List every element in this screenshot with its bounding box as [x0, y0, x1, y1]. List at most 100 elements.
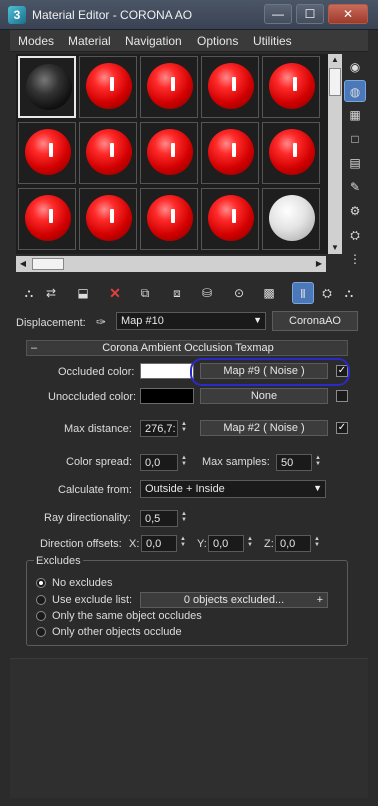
max-distance-map-checkbox[interactable]: ✓	[336, 422, 348, 434]
window-title: Material Editor - CORONA AO	[32, 8, 193, 22]
make-preview-icon[interactable]: ✎	[344, 176, 366, 198]
close-button[interactable]: ✕	[328, 4, 368, 24]
max-samples-input[interactable]: 50	[276, 454, 312, 471]
max-distance-map-button[interactable]: Map #2 ( Noise )	[200, 420, 328, 436]
radio-same-object[interactable]	[36, 611, 46, 621]
slots-vertical-scrollbar[interactable]: ▲ ▼	[328, 54, 342, 254]
radio-no-excludes[interactable]	[36, 578, 46, 588]
ray-directionality-input[interactable]: 0,5	[140, 510, 178, 527]
max-distance-label: Max distance:	[64, 423, 132, 435]
material-sphere-preview	[25, 129, 71, 175]
make-unique-icon[interactable]: ⧈	[166, 282, 188, 304]
select-by-material-icon[interactable]: ⛭	[344, 224, 366, 246]
offset-z-spinner[interactable]: ▲ ▼	[312, 536, 322, 548]
options-icon[interactable]: ⚙	[344, 200, 366, 222]
put-to-library-icon[interactable]: ⛁	[196, 282, 218, 304]
show-end-result-icon[interactable]: Ⅱ	[292, 282, 314, 304]
scroll-thumb[interactable]	[329, 68, 341, 96]
offset-y-input[interactable]: 0,0	[208, 535, 244, 552]
material-slot[interactable]	[140, 188, 198, 250]
maximize-button[interactable]: ☐	[296, 4, 324, 24]
color-spread-input[interactable]: 0,0	[140, 454, 178, 471]
unoccluded-color-swatch[interactable]	[140, 388, 194, 404]
slots-horizontal-scrollbar[interactable]: ◀ ▶	[16, 256, 326, 272]
sample-slots	[16, 54, 328, 254]
material-navigator-icon[interactable]: ⋮	[344, 248, 366, 270]
occluded-color-label: Occluded color:	[58, 366, 135, 378]
rollout-header[interactable]: – Corona Ambient Occlusion Texmap	[26, 340, 348, 356]
show-in-viewport-icon[interactable]: ▩	[258, 282, 280, 304]
go-forward-icon[interactable]: ⛬	[338, 282, 360, 304]
menu-utilities[interactable]: Utilities	[253, 34, 292, 48]
sample-type-icon[interactable]: ◉	[344, 56, 366, 78]
material-slot[interactable]	[79, 122, 137, 184]
material-slot[interactable]	[201, 188, 259, 250]
max-samples-spinner[interactable]: ▲ ▼	[313, 455, 323, 467]
scroll-left-icon[interactable]: ◀	[16, 256, 30, 272]
occluded-color-swatch[interactable]	[140, 363, 194, 379]
radio-use-exclude-list[interactable]	[36, 595, 46, 605]
delete-icon[interactable]: ✕	[104, 282, 126, 304]
go-to-parent-icon[interactable]: ⛭	[316, 282, 338, 304]
offset-x-input[interactable]: 0,0	[141, 535, 177, 552]
put-to-scene-icon[interactable]: ⇄	[40, 282, 62, 304]
material-name-dropdown[interactable]: Map #10 ▼	[116, 312, 266, 330]
calculate-from-dropdown[interactable]: Outside + Inside ▼	[140, 480, 326, 498]
eyedropper-icon[interactable]: ✑	[90, 311, 112, 333]
no-excludes-label: No excludes	[52, 577, 113, 589]
add-icon[interactable]: +	[317, 593, 323, 607]
offset-y-spinner[interactable]: ▲ ▼	[245, 536, 255, 548]
scroll-thumb-horizontal[interactable]	[32, 258, 64, 270]
material-slot[interactable]	[140, 56, 198, 118]
material-slot[interactable]	[18, 56, 76, 118]
scroll-up-icon[interactable]: ▲	[328, 54, 342, 66]
video-check-icon[interactable]: ▤	[344, 152, 366, 174]
menu-modes[interactable]: Modes	[18, 34, 54, 48]
material-slot[interactable]	[79, 56, 137, 118]
max-distance-spinner[interactable]: ▲ ▼	[179, 421, 189, 433]
material-slot[interactable]	[262, 188, 320, 250]
unoccluded-map-button[interactable]: None	[200, 388, 328, 404]
menu-navigation[interactable]: Navigation	[125, 34, 182, 48]
same-object-label: Only the same object occludes	[52, 610, 202, 622]
backlight-icon[interactable]: ◍	[344, 80, 366, 102]
get-material-icon[interactable]: ⛬	[18, 282, 40, 304]
scroll-right-icon[interactable]: ▶	[312, 256, 326, 272]
material-slot[interactable]	[201, 56, 259, 118]
exclude-list-button[interactable]: 0 objects excluded... +	[140, 592, 328, 608]
offset-x-spinner[interactable]: ▲ ▼	[178, 536, 188, 548]
material-sphere-preview	[147, 63, 193, 109]
unoccluded-map-checkbox[interactable]	[336, 390, 348, 402]
background-icon[interactable]: ▦	[344, 104, 366, 126]
map-type-button[interactable]: CoronaAO	[272, 311, 358, 331]
material-slot[interactable]	[262, 122, 320, 184]
minimize-button[interactable]: —	[264, 4, 292, 24]
direction-offsets-label: Direction offsets:	[40, 538, 122, 550]
material-slot[interactable]	[18, 122, 76, 184]
scroll-down-icon[interactable]: ▼	[328, 242, 342, 254]
rollout-title: Corona Ambient Occlusion Texmap	[102, 342, 274, 354]
title-bar: 3 Material Editor - CORONA AO — ☐ ✕	[0, 0, 378, 30]
offset-z-input[interactable]: 0,0	[275, 535, 311, 552]
assign-to-selection-icon[interactable]: ⬓	[72, 282, 94, 304]
chevron-down-icon: ▼	[313, 483, 322, 493]
uv-tiling-icon[interactable]: □	[344, 128, 366, 150]
radio-other-objects[interactable]	[36, 627, 46, 637]
material-slot[interactable]	[201, 122, 259, 184]
material-slot[interactable]	[18, 188, 76, 250]
menu-material[interactable]: Material	[68, 34, 111, 48]
max-samples-label: Max samples:	[202, 456, 270, 468]
menu-options[interactable]: Options	[197, 34, 238, 48]
material-slot[interactable]	[140, 122, 198, 184]
ray-directionality-spinner[interactable]: ▲ ▼	[179, 511, 189, 523]
color-spread-spinner[interactable]: ▲ ▼	[179, 455, 189, 467]
material-sphere-preview	[86, 63, 132, 109]
excludes-title: Excludes	[34, 555, 83, 567]
material-sphere-preview	[86, 129, 132, 175]
material-slot[interactable]	[262, 56, 320, 118]
copy-material-icon[interactable]: ⧉	[134, 282, 156, 304]
material-slot[interactable]	[79, 188, 137, 250]
material-id-icon[interactable]: ⊙	[228, 282, 250, 304]
material-sphere-preview	[147, 129, 193, 175]
max-distance-input[interactable]: 276,7:	[140, 420, 178, 437]
